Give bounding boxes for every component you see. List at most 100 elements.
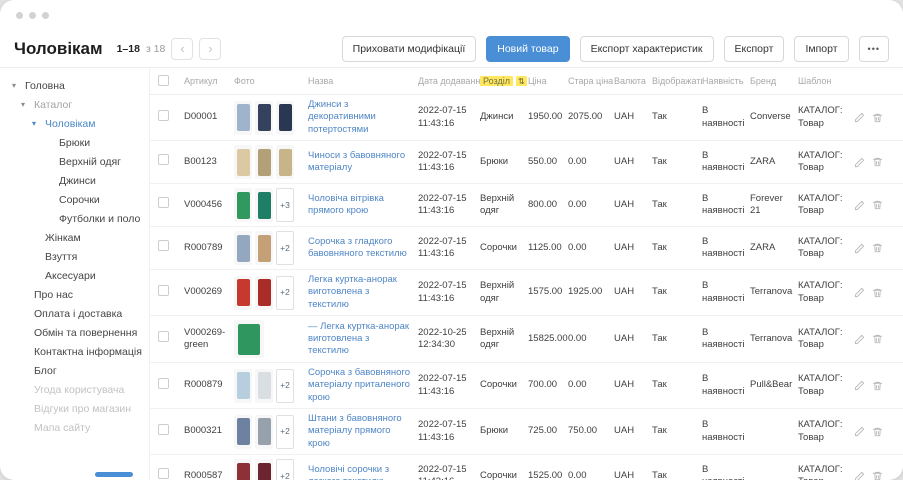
delete-icon[interactable] bbox=[872, 287, 883, 299]
edit-icon[interactable] bbox=[854, 243, 865, 254]
delete-icon[interactable] bbox=[872, 333, 883, 345]
product-sku: V000456 bbox=[184, 199, 234, 211]
pagination: 1–18 з 18 ‹ › bbox=[117, 38, 222, 60]
row-checkbox[interactable] bbox=[158, 378, 169, 389]
product-currency: UAH bbox=[614, 470, 652, 480]
hide-modifications-button[interactable]: Приховати модифікації bbox=[342, 36, 477, 62]
column-header-date[interactable]: Дата додавання bbox=[418, 76, 480, 86]
column-header-sku[interactable]: Артикул bbox=[184, 76, 234, 86]
column-header-price[interactable]: Ціна bbox=[528, 76, 568, 86]
row-checkbox[interactable] bbox=[158, 240, 169, 251]
sidebar-item[interactable]: Футболки и поло bbox=[12, 209, 145, 228]
delete-icon[interactable] bbox=[872, 470, 883, 480]
more-photos-badge[interactable]: +2 bbox=[276, 415, 294, 449]
page-header: Чоловікам 1–18 з 18 ‹ › Приховати модифі… bbox=[0, 30, 903, 68]
product-name-link[interactable]: Штани з бавовняного матеріалу прямого кр… bbox=[308, 413, 402, 449]
row-checkbox[interactable] bbox=[158, 424, 169, 435]
edit-icon[interactable] bbox=[854, 334, 865, 345]
sidebar-item[interactable]: Джинси bbox=[12, 171, 145, 190]
sidebar-item[interactable]: Угода користувача bbox=[12, 380, 145, 399]
product-thumbnail bbox=[255, 369, 273, 403]
column-header-template[interactable]: Шаблон bbox=[798, 76, 854, 86]
product-name-link[interactable]: Легка куртка-анорак виготовлена з тексти… bbox=[308, 274, 397, 310]
row-checkbox[interactable] bbox=[158, 110, 169, 121]
product-brand: Pull&Bear bbox=[750, 379, 798, 391]
product-name-link[interactable]: Джинси з декоративними потертостями bbox=[308, 99, 376, 135]
product-name-cell: Чиноси з бавовняного матеріалу bbox=[308, 150, 418, 175]
column-header-brand[interactable]: Бренд bbox=[750, 76, 798, 86]
product-name-link[interactable]: Чиноси з бавовняного матеріалу bbox=[308, 150, 405, 173]
product-name-link[interactable]: Сорочка з гладкого бавовняного текстилю bbox=[308, 236, 407, 259]
row-checkbox[interactable] bbox=[158, 285, 169, 296]
select-all-checkbox[interactable] bbox=[158, 75, 169, 86]
pagination-total: з 18 bbox=[146, 43, 165, 55]
more-photos-badge[interactable]: +2 bbox=[276, 231, 294, 265]
product-name-link[interactable]: Сорочка з бавовняного матеріалу притален… bbox=[308, 367, 410, 403]
delete-icon[interactable] bbox=[872, 199, 883, 211]
sidebar-item[interactable]: Блог bbox=[12, 361, 145, 380]
sort-icon[interactable]: ⇅ bbox=[516, 76, 527, 86]
delete-icon[interactable] bbox=[872, 242, 883, 254]
table-header: Артикул Фото Назва Дата додавання Розділ… bbox=[150, 68, 903, 95]
delete-icon[interactable] bbox=[872, 112, 883, 124]
edit-icon[interactable] bbox=[854, 471, 865, 480]
horizontal-scrollbar-thumb[interactable] bbox=[95, 472, 133, 477]
sidebar-item[interactable]: Контактна інформація bbox=[12, 342, 145, 361]
edit-icon[interactable] bbox=[854, 200, 865, 211]
sidebar-item[interactable]: Мапа сайту bbox=[12, 418, 145, 437]
product-name-link[interactable]: — Легка куртка-анорак виготовлена з текс… bbox=[308, 321, 409, 357]
more-photos-badge[interactable]: +2 bbox=[276, 276, 294, 310]
row-checkbox[interactable] bbox=[158, 197, 169, 208]
sidebar-item[interactable]: ▾ Головна bbox=[12, 76, 145, 95]
import-button[interactable]: Імпорт bbox=[794, 36, 848, 62]
product-old-price: 750.00 bbox=[568, 425, 614, 437]
column-header-name[interactable]: Назва bbox=[308, 76, 418, 86]
product-thumbnail bbox=[255, 459, 273, 480]
edit-icon[interactable] bbox=[854, 380, 865, 391]
sidebar-item[interactable]: Взуття bbox=[12, 247, 145, 266]
column-header-availability[interactable]: Наявність bbox=[702, 76, 750, 86]
new-product-button[interactable]: Новий товар bbox=[486, 36, 569, 62]
product-price: 550.00 bbox=[528, 156, 568, 168]
product-price: 1950.00 bbox=[528, 111, 568, 123]
row-checkbox[interactable] bbox=[158, 468, 169, 479]
time-value: 11:43:16 bbox=[418, 248, 474, 260]
pagination-next-button[interactable]: › bbox=[199, 38, 221, 60]
more-photos-badge[interactable]: +3 bbox=[276, 188, 294, 222]
export-characteristics-button[interactable]: Експорт характеристик bbox=[580, 36, 714, 62]
product-name-link[interactable]: Чоловічі сорочки з легкого текстилю bbox=[308, 464, 389, 480]
edit-icon[interactable] bbox=[854, 287, 865, 298]
sidebar-item[interactable]: Відгуки про магазин bbox=[12, 399, 145, 418]
column-header-visible[interactable]: Відображати bbox=[652, 76, 702, 86]
column-header-currency[interactable]: Валюта bbox=[614, 76, 652, 86]
sidebar-item[interactable]: Обмін та повернення bbox=[12, 323, 145, 342]
pagination-prev-button[interactable]: ‹ bbox=[171, 38, 193, 60]
sidebar-item[interactable]: Сорочки bbox=[12, 190, 145, 209]
sidebar-item[interactable]: Брюки bbox=[12, 133, 145, 152]
delete-icon[interactable] bbox=[872, 426, 883, 438]
export-button[interactable]: Експорт bbox=[724, 36, 785, 62]
delete-icon[interactable] bbox=[872, 380, 883, 392]
edit-icon[interactable] bbox=[854, 426, 865, 437]
more-photos-badge[interactable]: +2 bbox=[276, 369, 294, 403]
column-header-section[interactable]: Розділ⇅ bbox=[480, 76, 528, 86]
edit-icon[interactable] bbox=[854, 157, 865, 168]
delete-icon[interactable] bbox=[872, 156, 883, 168]
sidebar-item[interactable]: ▾ Каталог bbox=[12, 95, 145, 114]
app-window: Чоловікам 1–18 з 18 ‹ › Приховати модифі… bbox=[0, 0, 903, 480]
edit-icon[interactable] bbox=[854, 112, 865, 123]
sidebar-item[interactable]: ▾ Чоловікам bbox=[12, 114, 145, 133]
column-header-old-price[interactable]: Стара ціна bbox=[568, 76, 614, 86]
time-value: 12:34:30 bbox=[418, 339, 474, 351]
sidebar-item[interactable]: Оплата і доставка bbox=[12, 304, 145, 323]
product-name-link[interactable]: Чоловіча вітрівка прямого крою bbox=[308, 193, 384, 216]
sidebar-item[interactable]: Жінкам bbox=[12, 228, 145, 247]
sidebar-item[interactable]: Аксесуари bbox=[12, 266, 145, 285]
sidebar-item[interactable]: Про нас bbox=[12, 285, 145, 304]
sidebar-item[interactable]: Верхній одяг bbox=[12, 152, 145, 171]
row-checkbox[interactable] bbox=[158, 154, 169, 165]
product-section: Брюки bbox=[480, 156, 528, 168]
more-actions-button[interactable]: ••• bbox=[859, 36, 889, 62]
more-photos-badge[interactable]: +2 bbox=[276, 459, 294, 480]
row-checkbox[interactable] bbox=[158, 331, 169, 342]
